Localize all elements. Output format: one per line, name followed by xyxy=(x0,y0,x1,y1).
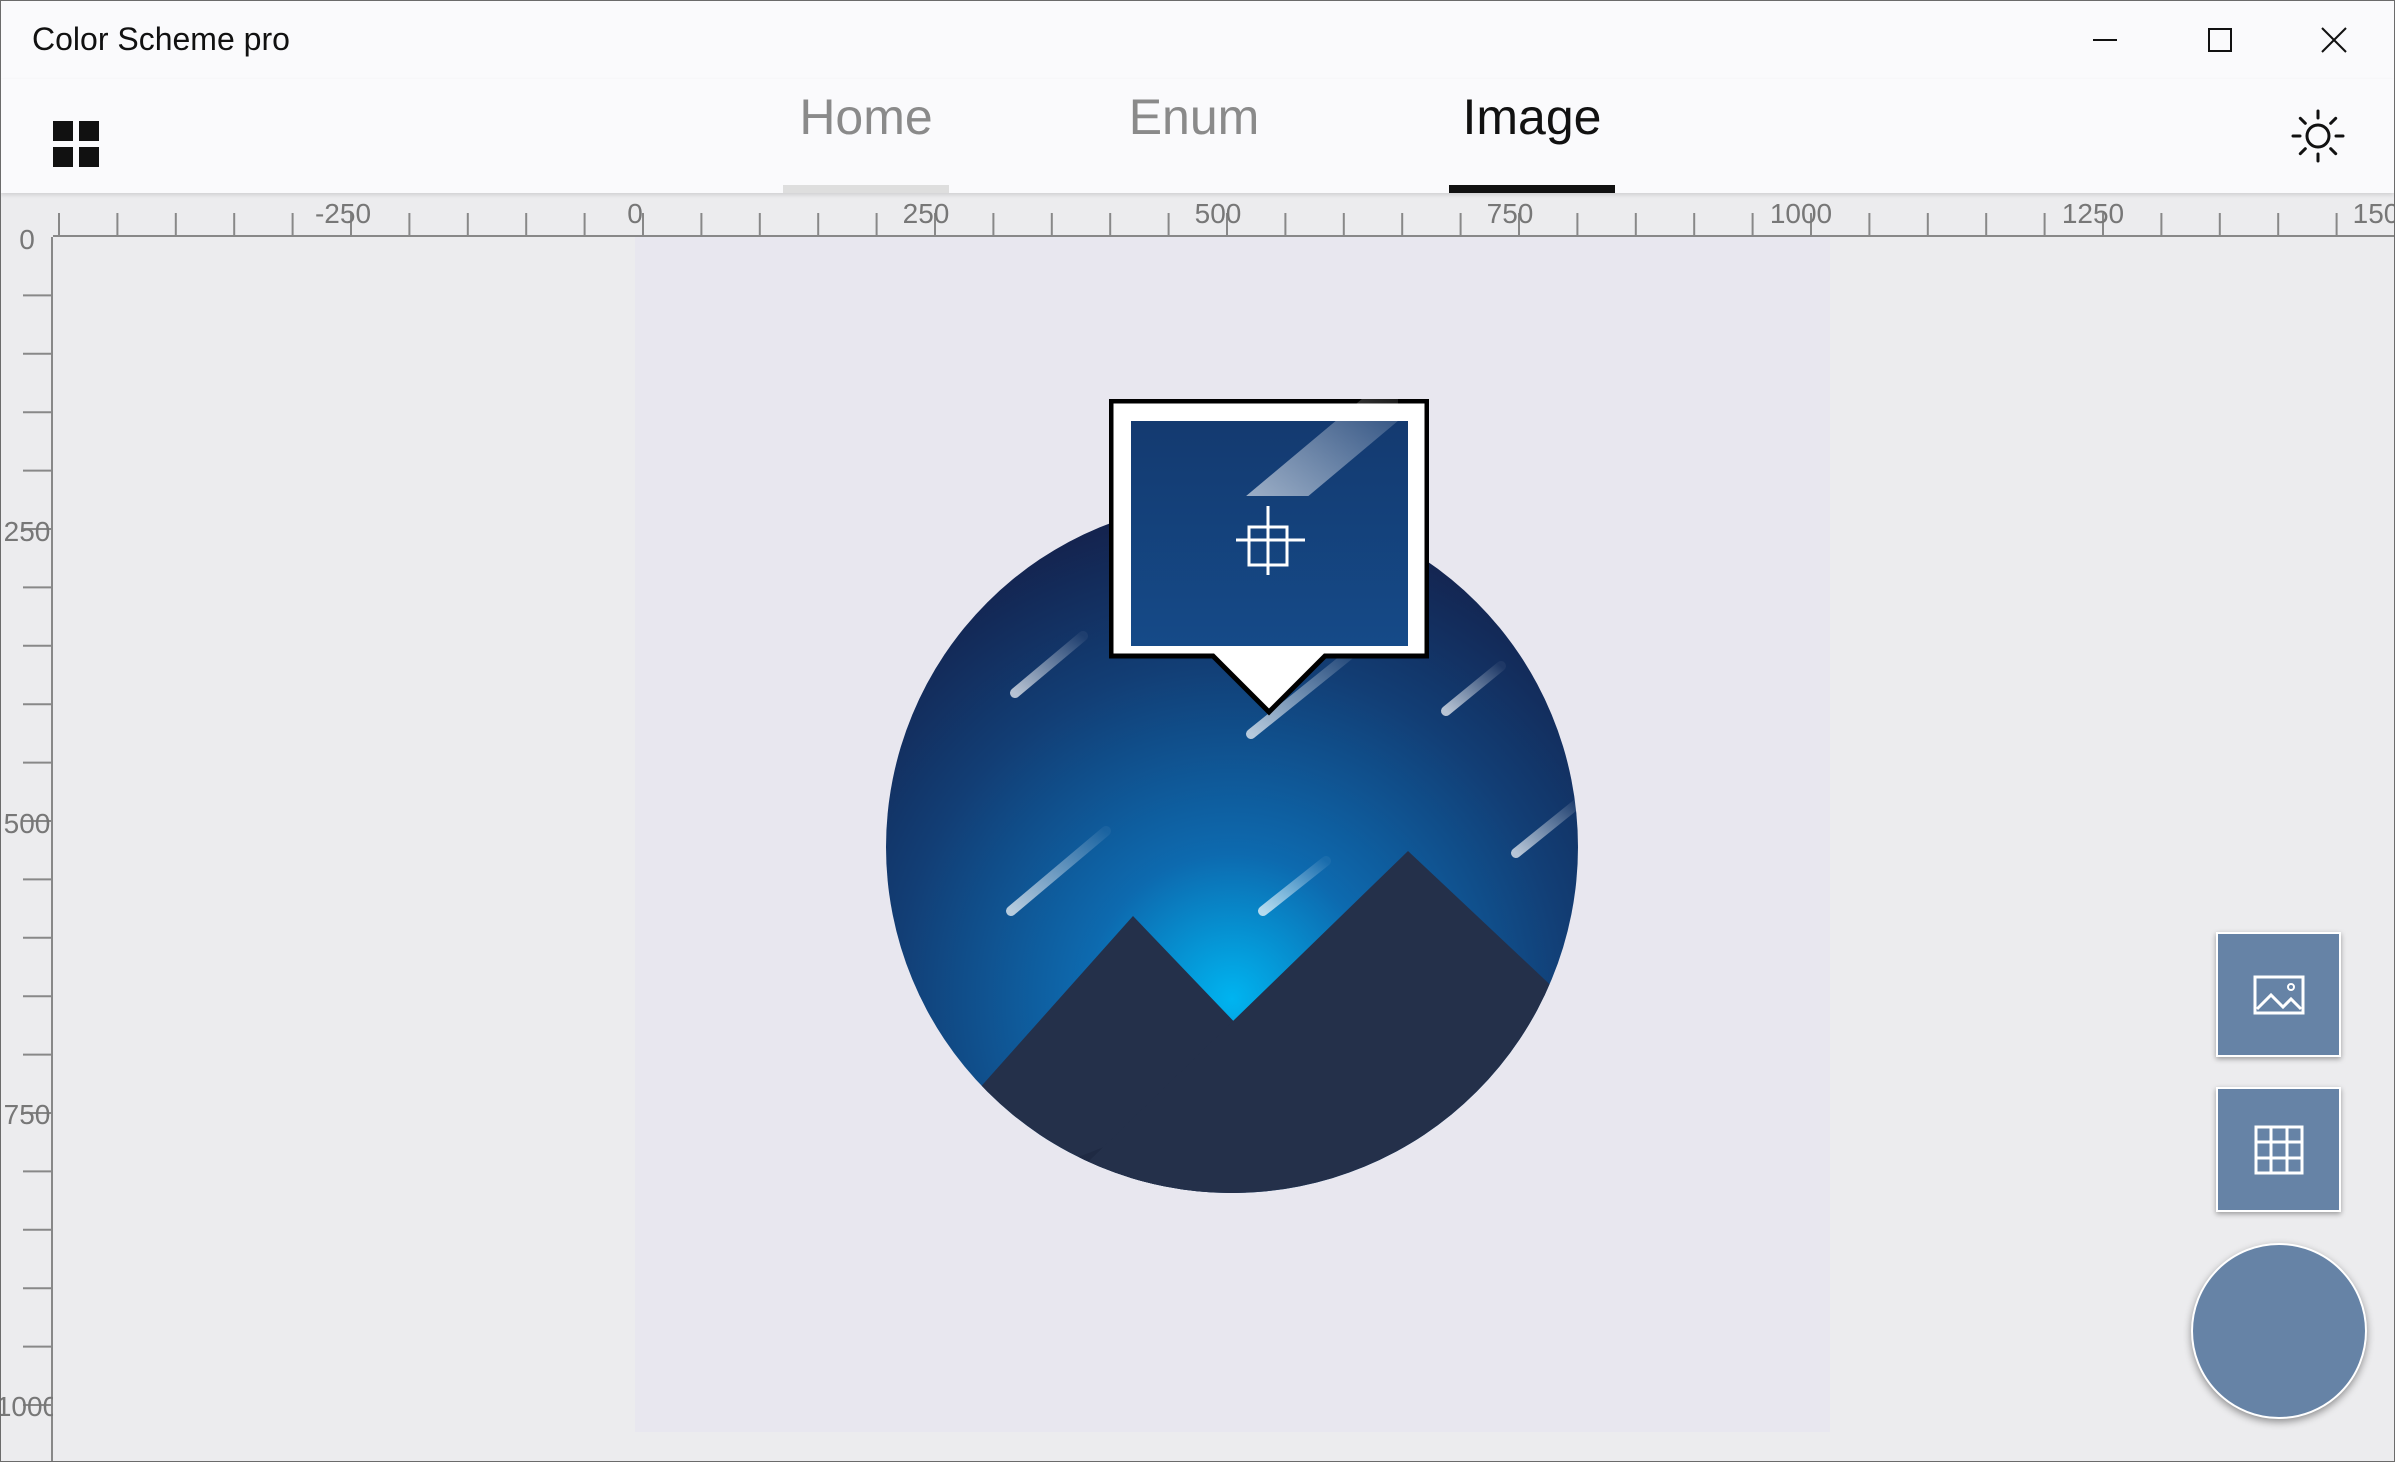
ruler-label: 1000 xyxy=(1770,198,1832,229)
vertical-ruler-svg: 0 250 500 750 1000 xyxy=(1,224,53,1461)
grid-icon xyxy=(2254,1125,2303,1174)
minimize-icon xyxy=(2093,39,2117,41)
title-bar: Color Scheme pro xyxy=(1,1,2394,79)
maximize-icon xyxy=(2208,28,2232,52)
horizontal-ruler-svg: -250 0 250 500 750 1000 1250 150 xyxy=(53,198,2394,237)
minimize-button[interactable] xyxy=(2049,1,2161,79)
maximize-button[interactable] xyxy=(2164,1,2276,79)
ruler-label: 1250 xyxy=(2062,198,2124,229)
grid-menu-icon[interactable] xyxy=(53,121,101,169)
tab-image-label: Image xyxy=(1462,89,1602,145)
ruler-label: 500 xyxy=(1195,198,1242,229)
grid-overlay-button[interactable] xyxy=(2216,1087,2341,1212)
app-window: Color Scheme pro Home Enum Image -250 0 … xyxy=(0,0,2395,1462)
color-picker-magnifier[interactable] xyxy=(1109,399,1429,719)
theme-toggle-button[interactable] xyxy=(2289,107,2347,165)
picked-color-swatch[interactable] xyxy=(2191,1243,2367,1419)
horizontal-ruler: -250 0 250 500 750 1000 1250 150 xyxy=(1,193,2394,237)
ruler-label: 500 xyxy=(4,808,51,839)
ruler-label: 1000 xyxy=(1,1391,53,1422)
app-title: Color Scheme pro xyxy=(32,21,290,57)
tab-enum[interactable]: Enum xyxy=(1111,79,1277,193)
image-icon xyxy=(2253,975,2304,1014)
ruler-label: 250 xyxy=(903,198,950,229)
ruler-label: -250 xyxy=(315,198,371,229)
tab-selected-indicator xyxy=(1449,185,1615,193)
close-button[interactable] xyxy=(2278,1,2390,79)
ruler-label: 750 xyxy=(4,1099,51,1130)
nav-bar: Home Enum Image xyxy=(1,79,2394,193)
ruler-label: 0 xyxy=(627,198,643,229)
ruler-label: 150 xyxy=(2353,198,2394,229)
open-image-button[interactable] xyxy=(2216,932,2341,1057)
vertical-ruler: 0 250 500 750 1000 xyxy=(1,193,53,1461)
tab-hover-indicator xyxy=(783,185,949,193)
tab-home-label: Home xyxy=(799,89,933,145)
ruler-label: 750 xyxy=(1487,198,1534,229)
tab-image[interactable]: Image xyxy=(1449,79,1615,193)
close-icon xyxy=(2321,27,2347,53)
tab-enum-label: Enum xyxy=(1128,89,1260,145)
ruler-label: 250 xyxy=(4,516,51,547)
tab-home[interactable]: Home xyxy=(783,79,949,193)
sun-icon xyxy=(2291,109,2345,163)
ruler-label: 0 xyxy=(19,224,35,255)
